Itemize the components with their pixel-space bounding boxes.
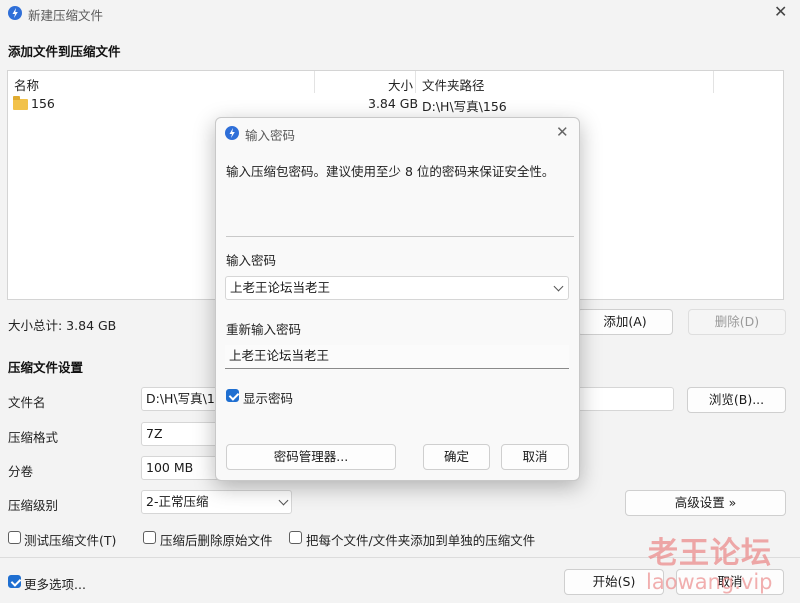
more-options-label[interactable]: 更多选项... bbox=[24, 574, 86, 593]
dialog-cancel-button[interactable]: 取消 bbox=[501, 444, 569, 470]
confirm-password-label: 重新输入密码 bbox=[226, 322, 302, 337]
filename-label: 文件名 bbox=[8, 395, 46, 410]
confirm-password-input[interactable]: 上老王论坛当老王 bbox=[225, 345, 569, 369]
password-value: 上老王论坛当老王 bbox=[230, 280, 331, 295]
dialog-divider bbox=[226, 236, 574, 237]
ok-button[interactable]: 确定 bbox=[423, 444, 490, 470]
show-password-label[interactable]: 显示密码 bbox=[243, 388, 293, 407]
delete-after-label[interactable]: 压缩后删除原始文件 bbox=[160, 530, 273, 549]
separate-archives-checkbox[interactable] bbox=[289, 531, 302, 544]
separate-archives-label[interactable]: 把每个文件/文件夹添加到单独的压缩文件 bbox=[306, 530, 535, 549]
watermark-logo: 老王论坛 bbox=[648, 536, 772, 571]
file-path: D:\H\写真\156 bbox=[422, 99, 507, 114]
format-label: 压缩格式 bbox=[8, 430, 59, 445]
column-separator[interactable] bbox=[713, 71, 714, 93]
test-archive-checkbox[interactable] bbox=[8, 531, 21, 544]
watermark-url: laowang.vip bbox=[646, 570, 773, 594]
column-header-path[interactable]: 文件夹路径 bbox=[422, 75, 485, 94]
browse-button[interactable]: 浏览(B)... bbox=[687, 387, 786, 413]
dialog-title: 输入密码 bbox=[245, 128, 296, 143]
close-icon[interactable]: ✕ bbox=[556, 123, 569, 141]
column-separator[interactable] bbox=[415, 71, 416, 93]
title-bar: 新建压缩文件 ✕ bbox=[0, 0, 800, 26]
add-button[interactable]: 添加(A) bbox=[577, 309, 673, 335]
app-logo-icon bbox=[225, 126, 239, 140]
test-archive-label[interactable]: 测试压缩文件(T) bbox=[24, 530, 116, 549]
file-size: 3.84 GB bbox=[368, 96, 419, 111]
column-header-size[interactable]: 大小 bbox=[388, 75, 413, 94]
level-select[interactable]: 2-正常压缩 bbox=[141, 490, 292, 514]
settings-section-title: 压缩文件设置 bbox=[8, 360, 84, 375]
level-label: 压缩级别 bbox=[8, 498, 59, 513]
folder-icon bbox=[13, 96, 28, 110]
files-section-title: 添加文件到压缩文件 bbox=[8, 44, 121, 59]
total-size: 大小总计: 3.84 GB bbox=[8, 318, 117, 333]
advanced-settings-button[interactable]: 高级设置 » bbox=[625, 490, 786, 516]
close-icon[interactable]: ✕ bbox=[774, 2, 787, 21]
delete-button[interactable]: 删除(D) bbox=[688, 309, 786, 335]
column-header-name[interactable]: 名称 bbox=[14, 75, 39, 94]
password-label: 输入密码 bbox=[226, 253, 277, 268]
delete-after-checkbox[interactable] bbox=[143, 531, 156, 544]
file-name: 156 bbox=[31, 96, 55, 111]
app-logo-icon bbox=[8, 6, 22, 20]
level-value: 2-正常压缩 bbox=[146, 494, 209, 509]
show-password-checkbox[interactable] bbox=[226, 389, 239, 402]
more-options-checkbox[interactable] bbox=[8, 575, 21, 588]
password-input[interactable]: 上老王论坛当老王 bbox=[225, 276, 569, 300]
password-manager-button[interactable]: 密码管理器... bbox=[226, 444, 396, 470]
volume-label: 分卷 bbox=[8, 464, 34, 479]
window-title: 新建压缩文件 bbox=[28, 8, 104, 23]
dialog-description: 输入压缩包密码。建议使用至少 8 位的密码来保证安全性。 bbox=[226, 164, 555, 179]
password-dialog: 输入密码 ✕ 输入压缩包密码。建议使用至少 8 位的密码来保证安全性。 输入密码… bbox=[215, 117, 580, 481]
column-separator[interactable] bbox=[314, 71, 315, 93]
